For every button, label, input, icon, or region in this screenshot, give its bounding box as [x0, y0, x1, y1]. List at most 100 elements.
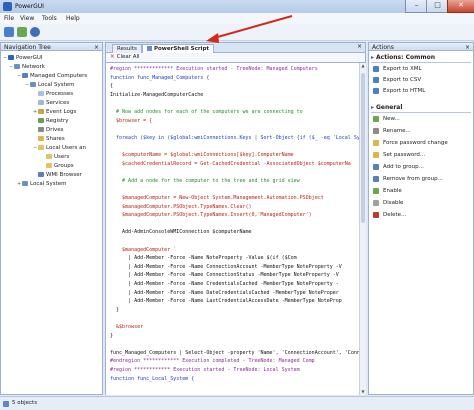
action-delete[interactable]: Delete... [373, 210, 406, 220]
menu-help[interactable]: Help [66, 15, 80, 22]
action-disable[interactable]: Disable [373, 198, 403, 208]
action-rename[interactable]: Rename... [373, 126, 411, 136]
objects-icon [3, 401, 9, 407]
status-bar: 5 objects [0, 396, 474, 410]
code-line: $managedComputer = New-Object System.Man… [110, 195, 324, 201]
menu-file[interactable]: File [4, 15, 14, 22]
computers-icon [22, 73, 28, 78]
back-icon[interactable] [4, 27, 14, 37]
tree-item-processes[interactable]: Processes [33, 90, 73, 99]
minimize-button[interactable]: – [405, 0, 428, 13]
action-export-csv[interactable]: Export to CSV [373, 75, 421, 85]
toolbar [0, 24, 474, 41]
code-line: #endregion ************ Execution comple… [110, 358, 315, 365]
tree-item-local-system-2[interactable]: + Local System [17, 180, 67, 189]
tab-close-icon[interactable]: × [357, 43, 362, 50]
code-line: $cachedCredentialRecord = Get-CachedCred… [110, 160, 351, 167]
action-force-password-change[interactable]: Force password change [373, 138, 448, 148]
navigation-tree: − PowerGUI − Network − Managed Computers − L… [0, 51, 103, 395]
code-line: #region ************ Execution started -… [110, 367, 300, 373]
wmi-icon [38, 172, 44, 177]
action-export-xml[interactable]: Export to XML [373, 64, 422, 74]
tree-item-powergui[interactable]: − PowerGUI [3, 54, 43, 63]
export-html-icon [373, 87, 379, 94]
action-remove-from-group[interactable]: Remove from group... [373, 174, 443, 184]
action-enable[interactable]: Enable [373, 186, 402, 196]
processes-icon [38, 91, 44, 96]
tree-item-managed-computers[interactable]: − Managed Computers [17, 72, 87, 81]
code-line: func_Managed_Computers | Select-Object -… [110, 349, 359, 356]
tree-item-registry[interactable]: Registry [33, 117, 69, 126]
password-icon [373, 151, 379, 158]
tree-item-groups[interactable]: Groups [41, 162, 74, 171]
actions-general-section[interactable]: ▸ General [371, 103, 471, 113]
code-line: | Add-Member -Force -Name CredentialsCac… [110, 281, 339, 287]
code-line: $managedComputer.PSObject.TypeNames.Clea… [110, 203, 252, 210]
actions-common-section[interactable]: ▸ Actions: Common [371, 53, 471, 63]
window-title: PowerGUI [15, 3, 44, 10]
folder-icon [46, 163, 52, 168]
delete-icon [373, 211, 379, 218]
disable-icon [373, 199, 379, 206]
code-line: | Add-Member -Force -Name ConnectionAcco… [110, 263, 342, 270]
code-line: | Add-Member -Force -Name ConnectionStat… [110, 272, 339, 279]
code-line: $managedComputer.PSObject.TypeNames.Inse… [110, 212, 312, 219]
actions-title: Actions [372, 44, 394, 51]
code-line: { [110, 83, 114, 90]
tree-item-local-system[interactable]: − Local System [25, 81, 75, 90]
computer-icon [30, 82, 36, 87]
action-add-to-group[interactable]: Add to group... [373, 162, 424, 172]
code-line: &$browser [110, 324, 144, 330]
code-line: #region ************* Execution started … [110, 66, 318, 72]
help-icon[interactable] [30, 27, 40, 37]
clear-icon: ✕ [110, 54, 115, 60]
refresh-icon[interactable] [17, 27, 27, 37]
editor-scrollbar[interactable]: ▲ ▼ [359, 63, 366, 395]
group-remove-icon [373, 175, 379, 182]
tree-item-users[interactable]: Users [41, 153, 69, 162]
menu-view[interactable]: View [20, 15, 34, 22]
scroll-up-icon: ▲ [361, 63, 365, 68]
tree-item-event-logs[interactable]: + Event Logs [33, 108, 76, 117]
powergui-icon [8, 55, 14, 60]
tab-powershell-script[interactable]: PowerShell Script [142, 44, 215, 53]
menu-tools[interactable]: Tools [42, 15, 57, 22]
action-new[interactable]: New... [373, 114, 400, 124]
folder-icon [46, 154, 52, 159]
tree-item-services[interactable]: Services [33, 99, 69, 108]
network-icon [14, 64, 20, 69]
tree-item-local-users[interactable]: − Local Users an [33, 144, 86, 153]
action-set-password[interactable]: Set password... [373, 150, 425, 160]
code-line: # Now add nodes for each of the computer… [110, 109, 303, 115]
code-line: foreach ($key in ($global:wmiConnections… [110, 134, 359, 141]
maximize-button[interactable]: □ [426, 0, 449, 13]
code-line: Add-AdminConsoleWMIConnection $computerN… [110, 229, 252, 236]
tree-item-wmi-browser[interactable]: WMI Browser [33, 171, 82, 180]
tree-item-drives[interactable]: Drives [33, 126, 64, 135]
shares-icon [38, 136, 44, 141]
tree-item-shares[interactable]: Shares [33, 135, 65, 144]
code-line: # Add a node for the computer to the tre… [110, 177, 300, 184]
code-line: } [110, 332, 114, 339]
code-line: Initialize-ManagedComputerCache [110, 91, 204, 98]
actions-panel: ▸ Actions: Common Export to XML Export to… [368, 51, 474, 395]
tab-results[interactable]: Results [112, 44, 142, 53]
key-icon [373, 139, 379, 146]
tree-item-network[interactable]: − Network [9, 63, 45, 72]
code-line: $browser = { [110, 117, 153, 124]
clear-all-button[interactable]: ✕ Clear All [105, 53, 366, 63]
script-icon [147, 46, 152, 51]
script-editor[interactable]: #region ************* Execution started … [105, 63, 359, 395]
nav-tree-header: Navigation Tree × [0, 42, 103, 51]
services-icon [38, 100, 44, 105]
group-add-icon [373, 163, 379, 170]
export-csv-icon [373, 76, 379, 83]
app-icon [3, 2, 12, 11]
code-line: } [110, 306, 120, 313]
rename-icon [373, 127, 379, 134]
code-line: function func_Local_System { [110, 375, 195, 382]
tab-strip: Results PowerShell Script × [105, 42, 366, 53]
close-button[interactable]: ✕ [447, 0, 474, 13]
action-export-html[interactable]: Export to HTML [373, 86, 425, 96]
scroll-down-icon: ▼ [361, 389, 365, 394]
